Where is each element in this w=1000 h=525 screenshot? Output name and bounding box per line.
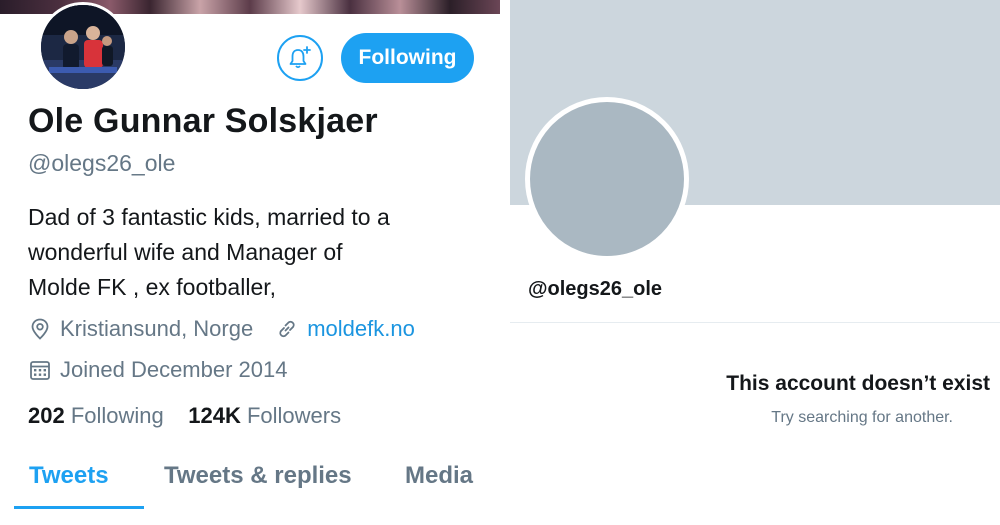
profile-photo bbox=[41, 5, 125, 89]
bio-line: Molde FK , ex footballer, bbox=[28, 274, 277, 300]
profile-handle: @olegs26_ole bbox=[28, 150, 176, 176]
bell-plus-icon bbox=[289, 46, 311, 69]
bio-line: Dad of 3 fantastic kids, married to a bbox=[28, 204, 390, 230]
notifications-bell-button[interactable] bbox=[277, 35, 323, 81]
tab-tweets[interactable]: Tweets bbox=[29, 462, 109, 490]
profile-bio: Dad of 3 fantastic kids, married to a wo… bbox=[28, 200, 478, 305]
following-label: Following bbox=[70, 403, 164, 428]
profile-stats: 202 Following 124K Followers bbox=[28, 403, 341, 429]
followers-label: Followers bbox=[246, 403, 342, 428]
account-missing-subtitle: Try searching for another. bbox=[771, 409, 953, 426]
profile-name: Ole Gunnar Solskjaer bbox=[28, 102, 378, 140]
account-missing-title: This account doesn’t exist bbox=[726, 372, 990, 395]
profile-panel-right: @olegs26_ole This account doesn’t exist … bbox=[510, 0, 1000, 525]
location-pin-icon bbox=[28, 317, 52, 341]
default-avatar bbox=[525, 97, 689, 261]
profile-website-link[interactable]: moldefk.no bbox=[307, 316, 415, 342]
avatar[interactable] bbox=[38, 2, 128, 92]
following-stat[interactable]: 202 Following bbox=[28, 403, 164, 428]
followers-stat[interactable]: 124K Followers bbox=[188, 403, 341, 428]
following-button[interactable]: Following bbox=[341, 33, 474, 83]
profile-meta-location-row: Kristiansund, Norge moldefk.no bbox=[28, 316, 415, 342]
profile-panel-left: Following Ole Gunnar Solskjaer @olegs26_… bbox=[0, 0, 500, 525]
followers-count: 124K bbox=[188, 403, 241, 428]
profile-joined-date: Joined December 2014 bbox=[60, 357, 288, 382]
panel-divider bbox=[500, 0, 510, 525]
profile-meta-joined-row: Joined December 2014 bbox=[28, 357, 287, 383]
following-count: 202 bbox=[28, 403, 65, 428]
divider-line bbox=[510, 322, 1000, 323]
profile-location: Kristiansund, Norge bbox=[60, 316, 254, 341]
link-icon bbox=[275, 317, 299, 341]
active-tab-indicator bbox=[14, 506, 144, 509]
tab-tweets-and-replies[interactable]: Tweets & replies bbox=[164, 462, 352, 490]
tab-media[interactable]: Media bbox=[405, 462, 473, 490]
calendar-icon bbox=[28, 358, 52, 382]
profile-tabs: Tweets Tweets & replies Media bbox=[0, 450, 500, 510]
bio-line: wonderful wife and Manager of bbox=[28, 239, 343, 265]
profile-handle: @olegs26_ole bbox=[528, 278, 663, 300]
